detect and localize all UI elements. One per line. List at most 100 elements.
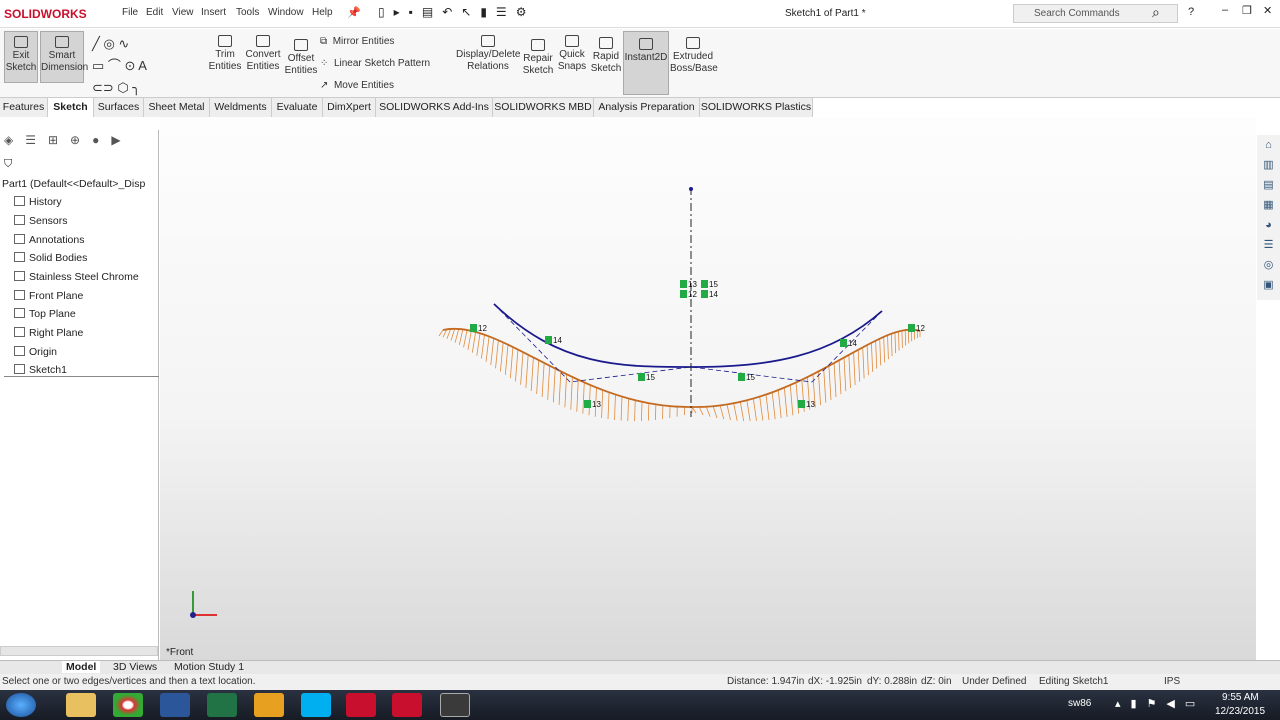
relation-icon[interactable]	[701, 280, 708, 288]
comb-tooth	[454, 328, 460, 343]
close-button[interactable]: ✕	[1263, 4, 1272, 17]
menu-insert[interactable]: Insert	[201, 7, 226, 18]
skype-icon[interactable]	[301, 693, 331, 717]
tab-analysis-preparation[interactable]: Analysis Preparation	[594, 98, 700, 117]
centerline-endpoint[interactable]	[689, 187, 693, 191]
tab-motion-study[interactable]: Motion Study 1	[174, 661, 244, 673]
chrome-icon[interactable]	[113, 693, 143, 717]
tab-3d-views[interactable]: 3D Views	[113, 661, 157, 673]
convert-entities-button[interactable]: Convert Entities	[244, 35, 282, 73]
tab-addins[interactable]: SOLIDWORKS Add-Ins	[376, 98, 493, 117]
menu-file[interactable]: File	[122, 7, 138, 18]
excel-icon[interactable]	[207, 693, 237, 717]
tab-evaluate[interactable]: Evaluate	[272, 98, 323, 117]
relation-icon[interactable]	[638, 373, 645, 381]
tab-model[interactable]: Model	[62, 661, 101, 673]
tree-item-top-plane[interactable]: Top Plane	[4, 308, 76, 320]
relation-icon[interactable]	[840, 339, 847, 347]
comb-tooth	[601, 389, 604, 419]
comb-tooth	[726, 404, 731, 421]
tab-sheet-metal[interactable]: Sheet Metal	[144, 98, 210, 117]
help-icon[interactable]: ?	[1188, 6, 1194, 18]
tree-item-sensors[interactable]: Sensors	[4, 215, 68, 227]
tab-surfaces[interactable]: Surfaces	[94, 98, 144, 117]
task-pane-icons[interactable]: ⌂ ▥ ▤ ▦ ◕ ☰ ◎ ▣	[1257, 135, 1280, 295]
command-tabs: Features Sketch Surfaces Sheet Metal Wel…	[0, 98, 820, 117]
offset-entities-button[interactable]: Offset Entities	[284, 39, 318, 77]
tab-dimxpert[interactable]: DimXpert	[323, 98, 376, 117]
smart-dimension-button[interactable]: Smart Dimension	[40, 31, 88, 83]
tree-horizontal-scrollbar[interactable]	[0, 646, 158, 656]
move-entities-button[interactable]: ↗ Move Entities	[320, 80, 394, 92]
tree-item-front-plane[interactable]: Front Plane	[4, 290, 83, 302]
tab-sketch[interactable]: Sketch	[48, 98, 94, 117]
menu-edit[interactable]: Edit	[146, 7, 163, 18]
tree-item-right-plane[interactable]: Right Plane	[4, 327, 83, 339]
relation-icon[interactable]	[545, 336, 552, 344]
explorer-icon[interactable]	[66, 693, 96, 717]
solidworks-explorer-icon[interactable]	[392, 693, 422, 717]
rapid-sketch-button[interactable]: Rapid Sketch	[590, 37, 622, 75]
menu-tools[interactable]: Tools	[236, 7, 259, 18]
tree-item-annotations[interactable]: Annotations	[4, 234, 84, 246]
comb-tooth	[783, 387, 788, 417]
mirror-entities-button[interactable]: ⧉ Mirror Entities	[320, 36, 394, 48]
instant2d-icon	[639, 38, 653, 50]
sketch-canvas[interactable]: 13 1512 14121415 15141213 13	[160, 117, 1256, 660]
graphics-area[interactable]: 13 15 12 14 12 14 15 15 14 12 13 13 *Front	[160, 117, 1256, 660]
filter-icon[interactable]: ⛉	[4, 158, 12, 171]
instant2d-button[interactable]: Instant2D	[623, 31, 669, 95]
tree-root-part1[interactable]: Part1 (Default<<Default>_Disp	[2, 178, 145, 190]
menu-window[interactable]: Window	[268, 7, 304, 18]
tab-plastics[interactable]: SOLIDWORKS Plastics	[700, 98, 813, 117]
panel-tabs[interactable]: ◈☰⊞⊕●▶	[4, 133, 133, 147]
exit-sketch-button[interactable]: Exit Sketch	[4, 31, 38, 83]
search-icon[interactable]: ⌕	[1152, 4, 1160, 21]
quick-snaps-button[interactable]: Quick Snaps	[556, 35, 588, 73]
status-units[interactable]: IPS	[1164, 676, 1180, 687]
task-pane[interactable]: ⌂ ▥ ▤ ▦ ◕ ☰ ◎ ▣	[1257, 135, 1280, 300]
offset-icon	[294, 39, 308, 51]
tab-weldments[interactable]: Weldments	[210, 98, 272, 117]
comb-tooth	[828, 365, 832, 400]
relation-icon[interactable]	[701, 290, 708, 298]
tree-item-material[interactable]: Stainless Steel Chrome	[4, 271, 139, 283]
tree-item-solid-bodies[interactable]: Solid Bodies	[4, 252, 87, 264]
tab-features[interactable]: Features	[0, 98, 48, 117]
comb-tooth	[509, 346, 514, 379]
pin-icon[interactable]: 📌	[347, 6, 361, 19]
relation-icon[interactable]	[798, 400, 805, 408]
minimize-button[interactable]: –	[1222, 4, 1228, 16]
menu-help[interactable]: Help	[312, 7, 333, 18]
quick-access-toolbar[interactable]: ▯▸▪▤↶↖▮☰⚙	[378, 5, 535, 19]
display-relations-button[interactable]: Display/Delete Relations	[456, 35, 520, 73]
clock-time[interactable]: 9:55 AM	[1222, 692, 1259, 703]
tree-item-sketch1[interactable]: Sketch1	[4, 364, 159, 377]
sketch-tools-grid[interactable]: ╱ ◎ ∿ ▭ ⌒ ⊙ A ⊂⊃ ⬡ ╮	[92, 33, 202, 99]
tree-item-history[interactable]: History	[4, 196, 62, 208]
relation-icon[interactable]	[680, 290, 687, 298]
comb-tooth	[467, 330, 472, 351]
camtasia-icon[interactable]	[440, 693, 470, 717]
system-tray-icons[interactable]: ▴▮⚑◀▭	[1115, 697, 1205, 710]
outlook-icon[interactable]	[254, 693, 284, 717]
trim-entities-button[interactable]: Trim Entities	[208, 35, 242, 73]
relation-icon[interactable]	[584, 400, 591, 408]
relation-icon[interactable]	[908, 324, 915, 332]
tree-item-origin[interactable]: Origin	[4, 346, 57, 358]
clock-date[interactable]: 12/23/2015	[1215, 706, 1265, 717]
menu-view[interactable]: View	[172, 7, 194, 18]
start-button[interactable]	[6, 693, 36, 717]
extruded-boss-button[interactable]: Extruded Boss/Base	[670, 37, 718, 75]
word-icon[interactable]	[160, 693, 190, 717]
tab-mbd[interactable]: SOLIDWORKS MBD	[493, 98, 594, 117]
linear-pattern-button[interactable]: ⁘ Linear Sketch Pattern	[320, 58, 430, 70]
relation-icon[interactable]	[738, 373, 745, 381]
restore-button[interactable]: ❐	[1242, 4, 1252, 17]
solidworks-taskbar-icon[interactable]	[346, 693, 376, 717]
repair-sketch-button[interactable]: Repair Sketch	[522, 39, 554, 77]
comb-tooth	[438, 329, 444, 337]
comb-tooth	[495, 340, 499, 369]
relation-icon[interactable]	[470, 324, 477, 332]
relation-icon[interactable]	[680, 280, 687, 288]
